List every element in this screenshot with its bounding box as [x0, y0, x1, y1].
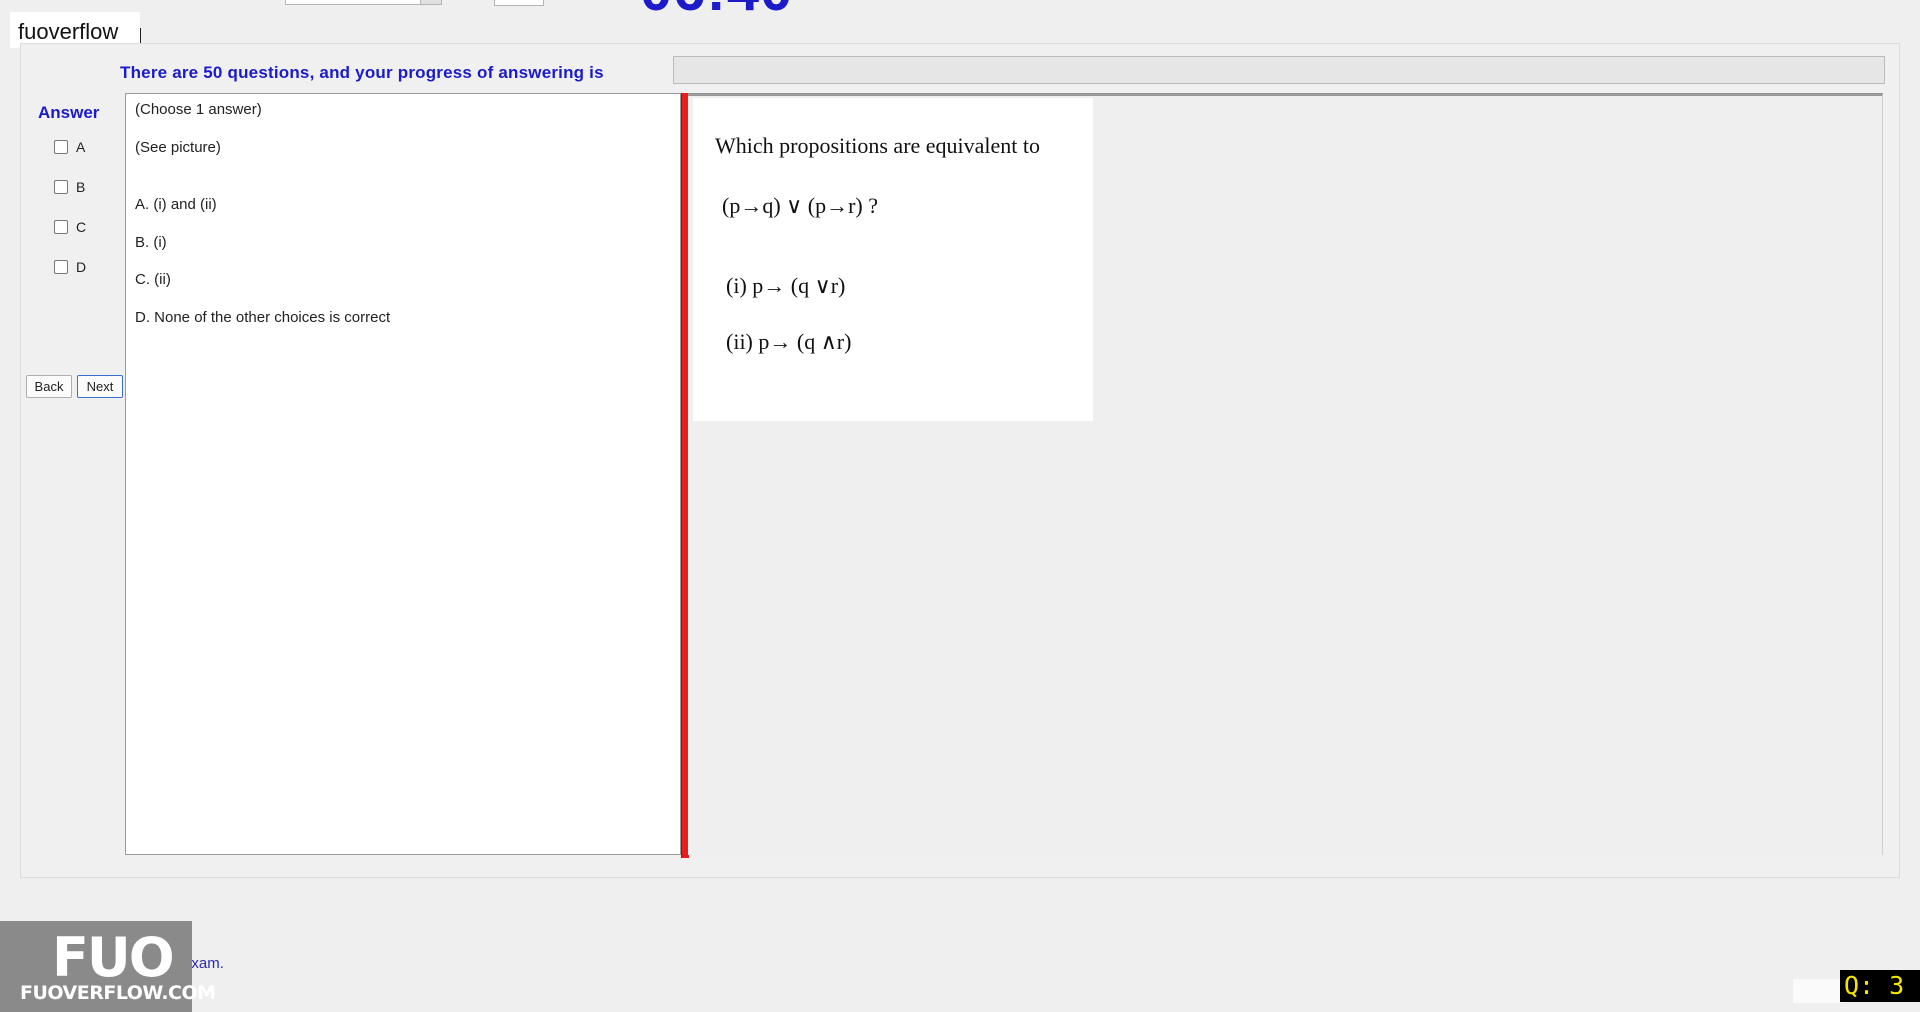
progress-bar: [673, 56, 1885, 84]
next-button[interactable]: Next: [77, 375, 123, 398]
option-label-c: C: [76, 219, 87, 235]
see-picture-text: (See picture): [135, 139, 221, 156]
checkbox-a[interactable]: [54, 140, 68, 154]
option-label-b: B: [76, 179, 86, 195]
question-line-3: (i) p→ (q ∨r): [726, 273, 846, 298]
timer: 06:40: [640, 0, 793, 20]
question-line-4: (ii) p→ (q ∧r): [726, 329, 852, 354]
font-size-box[interactable]: [494, 0, 544, 6]
answer-option-a[interactable]: A: [54, 139, 85, 155]
checkbox-c[interactable]: [54, 220, 68, 234]
choice-b-text: B. (i): [135, 234, 167, 251]
choice-a-text: A. (i) and (ii): [135, 196, 217, 213]
option-label-d: D: [76, 259, 87, 275]
question-line-2: (p→q) ∨ (p→r) ?: [722, 193, 878, 218]
progress-label: There are 50 questions, and your progres…: [120, 63, 604, 82]
answer-option-c[interactable]: C: [54, 219, 86, 235]
counter-backdrop: [1793, 979, 1843, 1003]
question-line-1: Which propositions are equivalent to: [715, 133, 1041, 158]
watermark-logo-text: FUO: [52, 926, 175, 989]
choice-d-text: D. None of the other choices is correct: [135, 309, 391, 326]
exam-code-combo[interactable]: [285, 0, 442, 5]
brand-label: fuoverflow: [18, 19, 119, 44]
answer-option-b[interactable]: B: [54, 179, 85, 195]
answer-title: Answer: [38, 103, 100, 122]
instruction-text: (Choose 1 answer): [135, 101, 262, 118]
combo-arrow-icon[interactable]: [420, 0, 441, 4]
back-button[interactable]: Back: [26, 375, 72, 398]
checkbox-b[interactable]: [54, 180, 68, 194]
checkbox-d[interactable]: [54, 260, 68, 274]
option-label-a: A: [76, 139, 86, 155]
watermark-site-text: FUOVERFLOW.COM: [20, 982, 216, 1004]
choice-c-text: C. (ii): [135, 271, 171, 288]
answer-option-d[interactable]: D: [54, 259, 86, 275]
question-counter: Q: 3: [1840, 970, 1920, 1002]
